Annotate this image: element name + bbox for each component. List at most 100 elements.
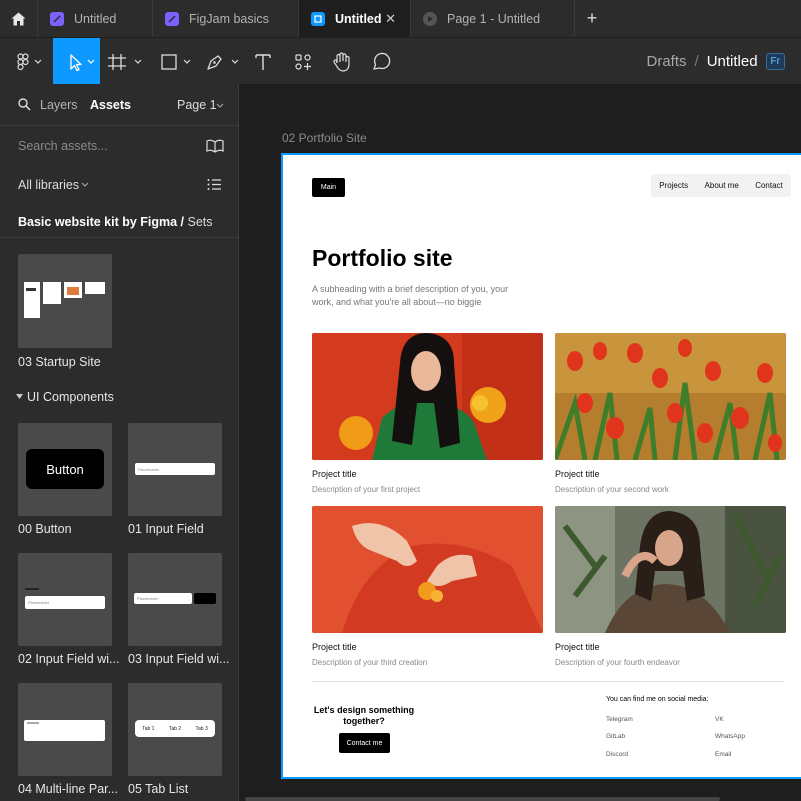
social-link[interactable]: Telegram <box>606 716 633 723</box>
hand-tool-button[interactable] <box>326 38 358 85</box>
label-preview <box>25 588 39 590</box>
book-icon[interactable] <box>206 139 224 153</box>
chevron-down-icon[interactable] <box>81 182 89 188</box>
nav-projects[interactable]: Projects <box>659 181 688 190</box>
section-ui-components[interactable]: UI Components <box>27 390 114 404</box>
asset-label[interactable]: 04 Multi-line Par... <box>18 782 118 796</box>
new-tab-button[interactable]: + <box>575 0 609 37</box>
project-title: Project title <box>555 642 600 652</box>
tab-preview: Tab 3 <box>195 725 208 732</box>
list-view-icon[interactable] <box>207 178 222 191</box>
tab-preview: Tab 1 <box>142 725 155 732</box>
home-button[interactable] <box>0 0 38 37</box>
breadcrumb-separator: / <box>694 53 699 70</box>
asset-label[interactable]: 05 Tab List <box>128 782 188 796</box>
hand-icon <box>333 51 350 72</box>
file-name[interactable]: Untitled <box>707 53 758 70</box>
social-link[interactable]: WhatsApp <box>715 733 745 740</box>
tab-page-prototype[interactable]: Page 1 - Untitled <box>411 0 575 37</box>
social-link[interactable]: Discord <box>606 751 628 758</box>
comment-tool-button[interactable] <box>366 38 398 85</box>
tab-label: Untitled <box>335 11 382 26</box>
text-icon <box>255 53 271 70</box>
caret-down-icon[interactable] <box>16 394 23 400</box>
asset-label[interactable]: 00 Button <box>18 522 72 536</box>
toolbar: Drafts / Untitled Fr <box>0 37 801 85</box>
project-title: Project title <box>312 469 357 479</box>
tab-label: Untitled <box>74 11 117 26</box>
figjam-file-icon <box>50 11 64 26</box>
project-title: Project title <box>555 469 600 479</box>
social-link[interactable]: VK <box>715 716 724 723</box>
tab-assets[interactable]: Assets <box>90 98 131 112</box>
main-button[interactable]: Main <box>312 178 345 197</box>
page-selector[interactable]: Page 1 <box>177 98 217 112</box>
main-menu-button[interactable] <box>8 38 48 85</box>
close-icon[interactable]: ✕ <box>385 11 396 27</box>
frame-label[interactable]: 02 Portfolio Site <box>282 131 367 145</box>
asset-thumb-button[interactable]: Button <box>18 423 112 516</box>
asset-label[interactable]: 02 Input Field wi... <box>18 652 119 666</box>
asset-thumb-input-field[interactable]: Placeholder <box>128 423 222 516</box>
social-link[interactable]: Email <box>715 751 731 758</box>
asset-thumb-startup-site[interactable] <box>18 254 112 348</box>
input-preview: Placeholder <box>134 593 192 604</box>
asset-label[interactable]: 03 Input Field wi... <box>128 652 229 666</box>
canvas[interactable]: 02 Portfolio Site Main Projects About me… <box>240 84 801 801</box>
figma-logo-icon <box>17 52 42 70</box>
project-image-1[interactable] <box>312 333 543 460</box>
divider <box>0 237 238 238</box>
tab-label: FigJam basics <box>189 11 269 26</box>
rectangle-icon <box>161 53 191 70</box>
social-link[interactable]: GitLab <box>606 733 625 740</box>
page-subheading: A subheading with a brief description of… <box>312 284 509 307</box>
project-title: Project title <box>312 642 357 652</box>
horizontal-scrollbar[interactable] <box>245 797 720 801</box>
plan-badge[interactable]: Fr <box>765 53 785 70</box>
move-tool-button[interactable] <box>53 38 100 85</box>
asset-search[interactable]: Search assets... <box>0 126 238 166</box>
pen-tool-button[interactable] <box>200 38 244 85</box>
input-preview: Placeholder <box>25 596 105 609</box>
library-title: Basic website kit by Figma / Sets <box>18 215 213 229</box>
project-desc: Description of your second work <box>555 485 669 494</box>
project-image-4[interactable] <box>555 506 786 633</box>
breadcrumb-drafts[interactable]: Drafts <box>647 53 687 70</box>
asset-label[interactable]: 01 Input Field <box>128 522 204 536</box>
breadcrumb: Drafts / Untitled Fr <box>647 38 785 85</box>
frame-tool-button[interactable] <box>104 38 146 85</box>
project-desc: Description of your first project <box>312 485 421 494</box>
asset-thumb-multiline[interactable] <box>18 683 112 776</box>
search-icon[interactable] <box>18 98 31 111</box>
contact-button[interactable]: Contact me <box>339 733 390 753</box>
chevron-down-icon[interactable] <box>216 103 224 109</box>
footer-divider <box>312 681 784 682</box>
plant-portrait-photo <box>555 506 786 633</box>
home-icon <box>11 12 26 25</box>
nav-about[interactable]: About me <box>705 181 739 190</box>
tab-figjam-basics[interactable]: FigJam basics <box>153 0 299 37</box>
project-image-3[interactable] <box>312 506 543 633</box>
tab-untitled-figjam[interactable]: Untitled <box>38 0 153 37</box>
text-tool-button[interactable] <box>247 38 279 85</box>
tab-layers[interactable]: Layers <box>40 98 78 112</box>
social-heading: You can find me on social media: <box>606 696 709 703</box>
shape-tool-button[interactable] <box>152 38 198 85</box>
nav-contact[interactable]: Contact <box>755 181 783 190</box>
asset-thumb-tab-list[interactable]: Tab 1 Tab 2 Tab 3 <box>128 683 222 776</box>
asset-label[interactable]: 03 Startup Site <box>18 355 101 369</box>
button-preview: Button <box>26 449 104 489</box>
resources-tool-button[interactable] <box>287 38 319 85</box>
tab-untitled-active[interactable]: Untitled ✕ <box>299 0 411 37</box>
project-image-2[interactable] <box>555 333 786 460</box>
cursor-icon <box>69 53 94 71</box>
asset-thumb-input-button[interactable]: Placeholder <box>128 553 222 646</box>
page-title: Portfolio site <box>312 245 453 271</box>
search-input[interactable]: Search assets... <box>18 139 108 153</box>
library-sets[interactable]: Sets <box>188 215 213 229</box>
library-name[interactable]: Basic website kit by Figma / <box>18 215 184 229</box>
portfolio-frame[interactable]: Main Projects About me Contact Portfolio… <box>281 153 801 779</box>
button-preview <box>194 593 216 604</box>
library-filter[interactable]: All libraries <box>18 178 79 192</box>
asset-thumb-input-label[interactable]: Placeholder <box>18 553 112 646</box>
